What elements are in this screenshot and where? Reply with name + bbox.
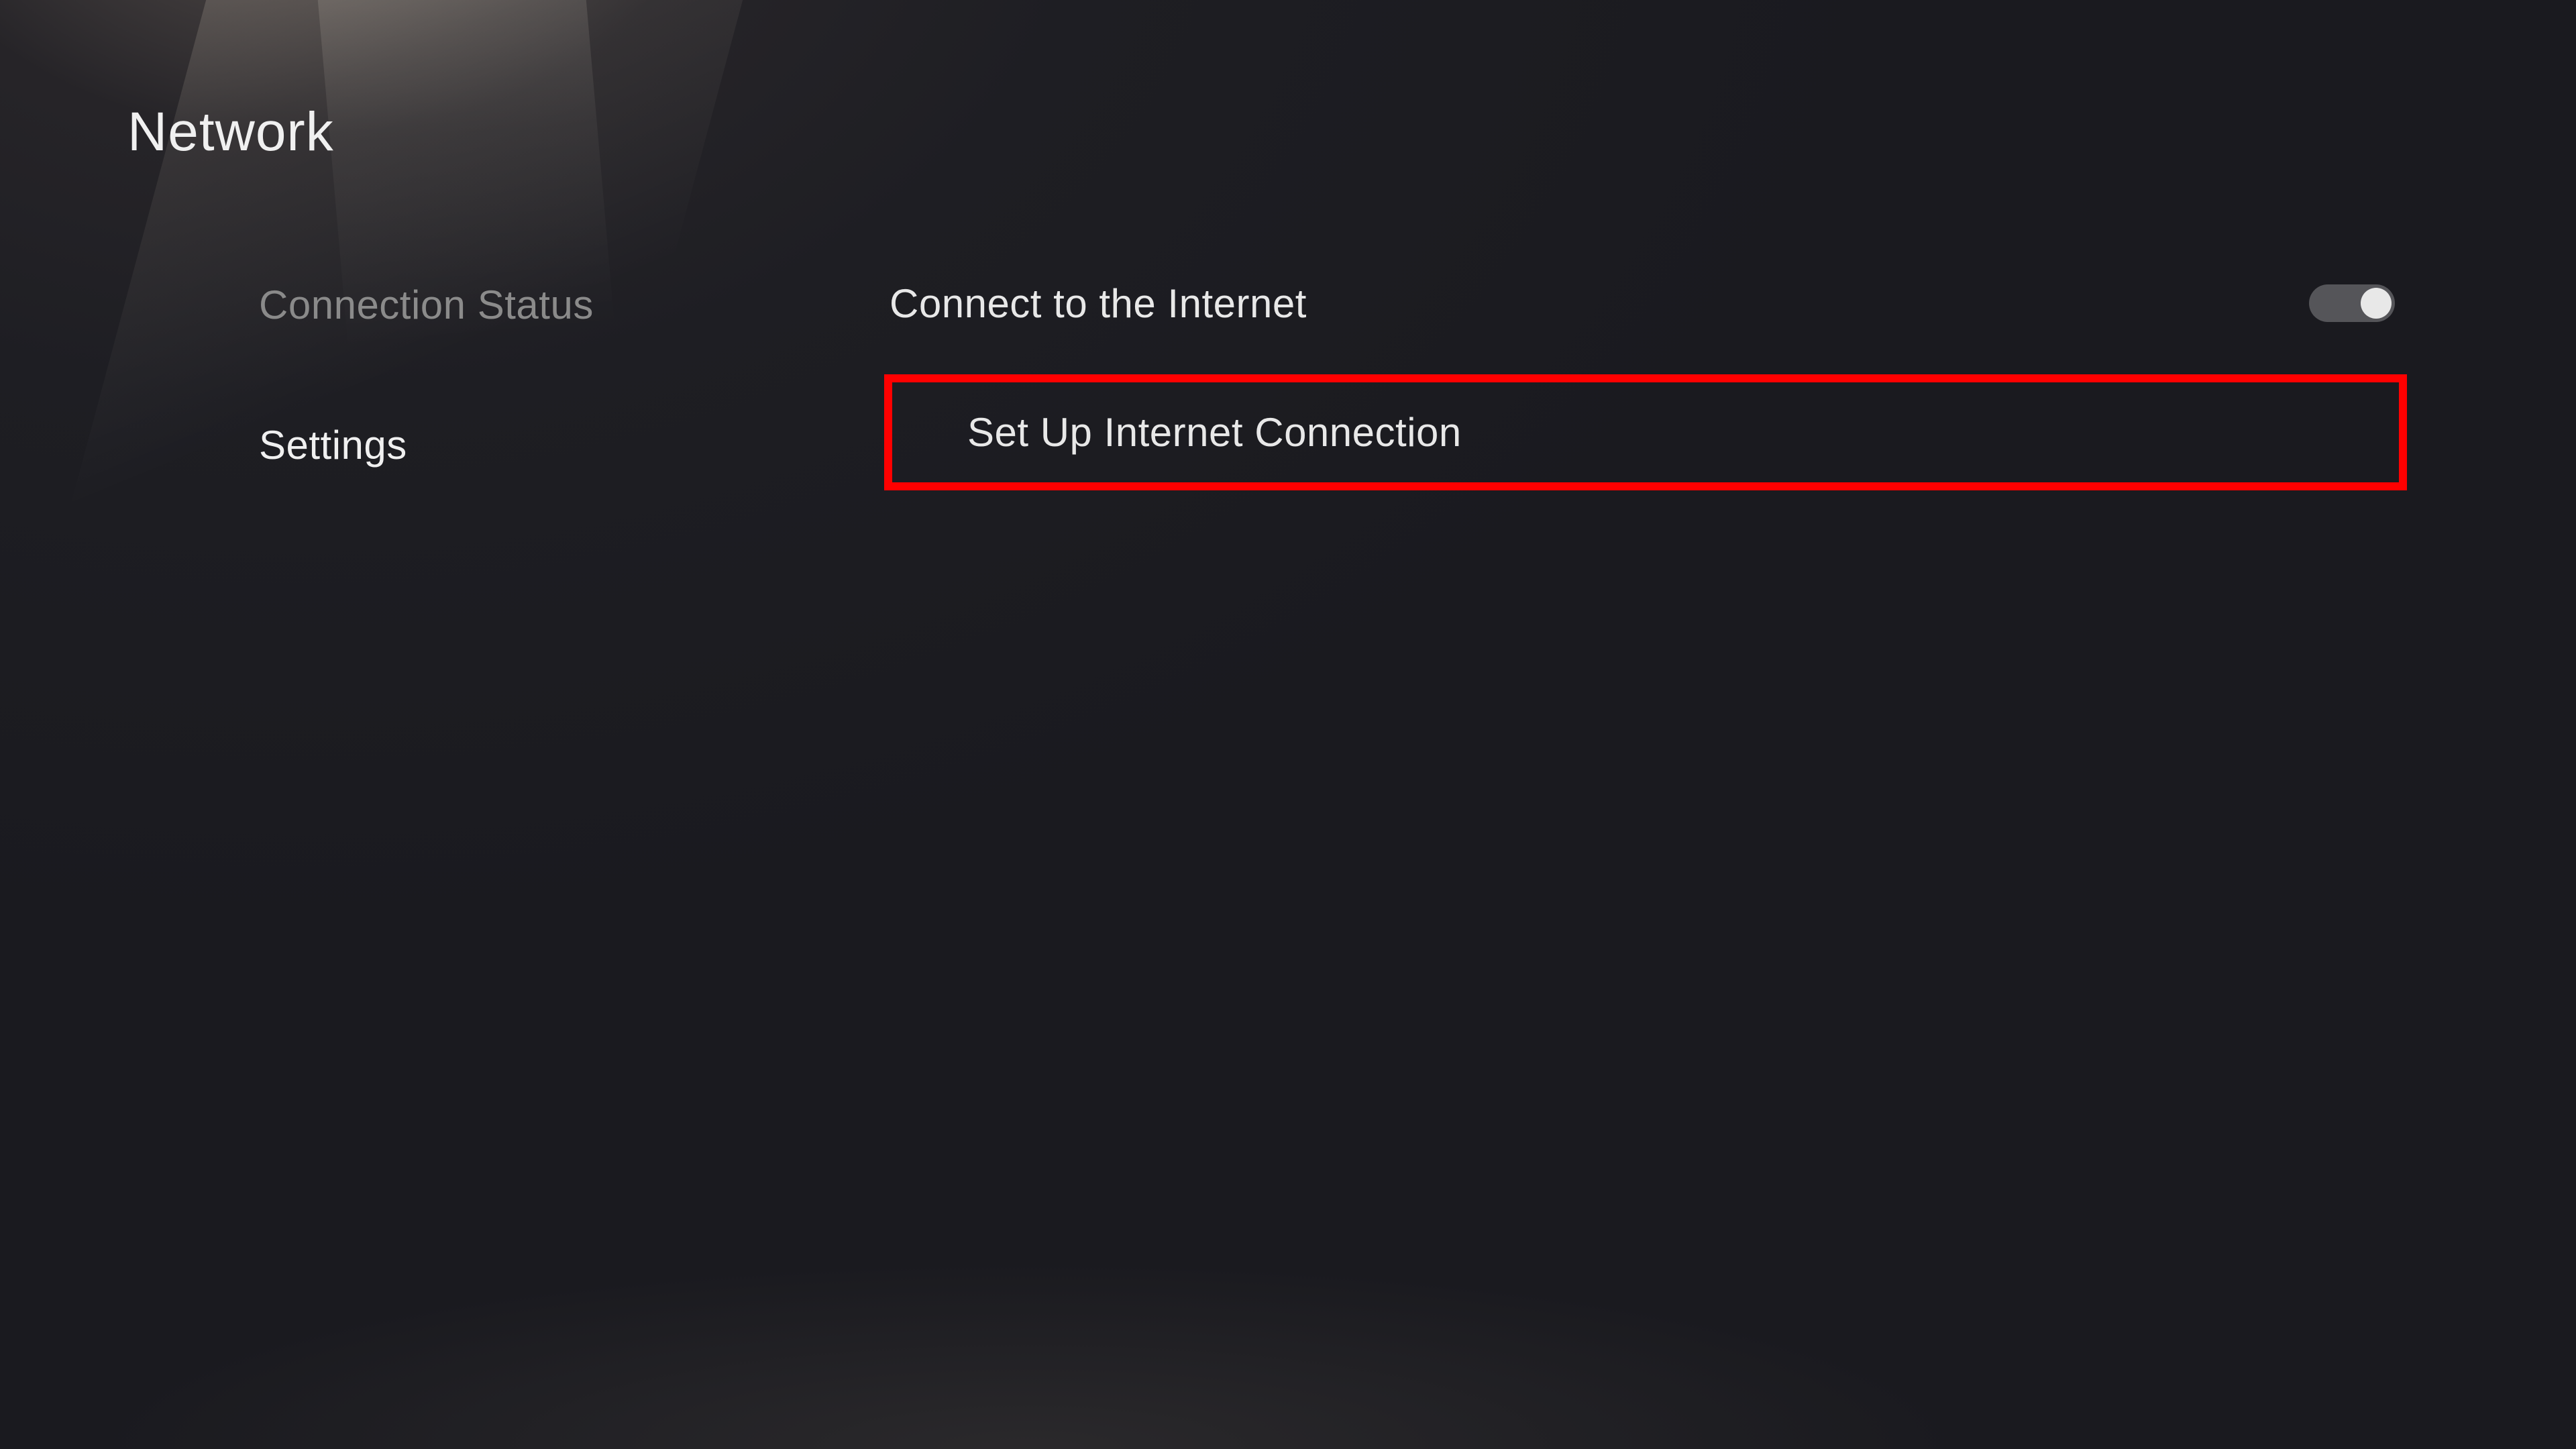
sidebar-item-connection-status[interactable]: Connection Status [259, 282, 796, 328]
connect-internet-label: Connect to the Internet [890, 280, 1307, 327]
setup-internet-connection-label: Set Up Internet Connection [967, 409, 1462, 455]
toggle-knob-icon [2361, 288, 2392, 319]
sidebar-nav: Connection Status Settings [259, 282, 796, 562]
settings-content: Connect to the Internet Set Up Internet … [884, 266, 2407, 490]
connect-internet-toggle[interactable] [2309, 284, 2395, 322]
sidebar-item-settings[interactable]: Settings [259, 422, 796, 468]
setup-internet-connection-row[interactable]: Set Up Internet Connection [884, 374, 2407, 490]
connect-internet-row[interactable]: Connect to the Internet [884, 266, 2407, 341]
page-title: Network [127, 101, 334, 164]
